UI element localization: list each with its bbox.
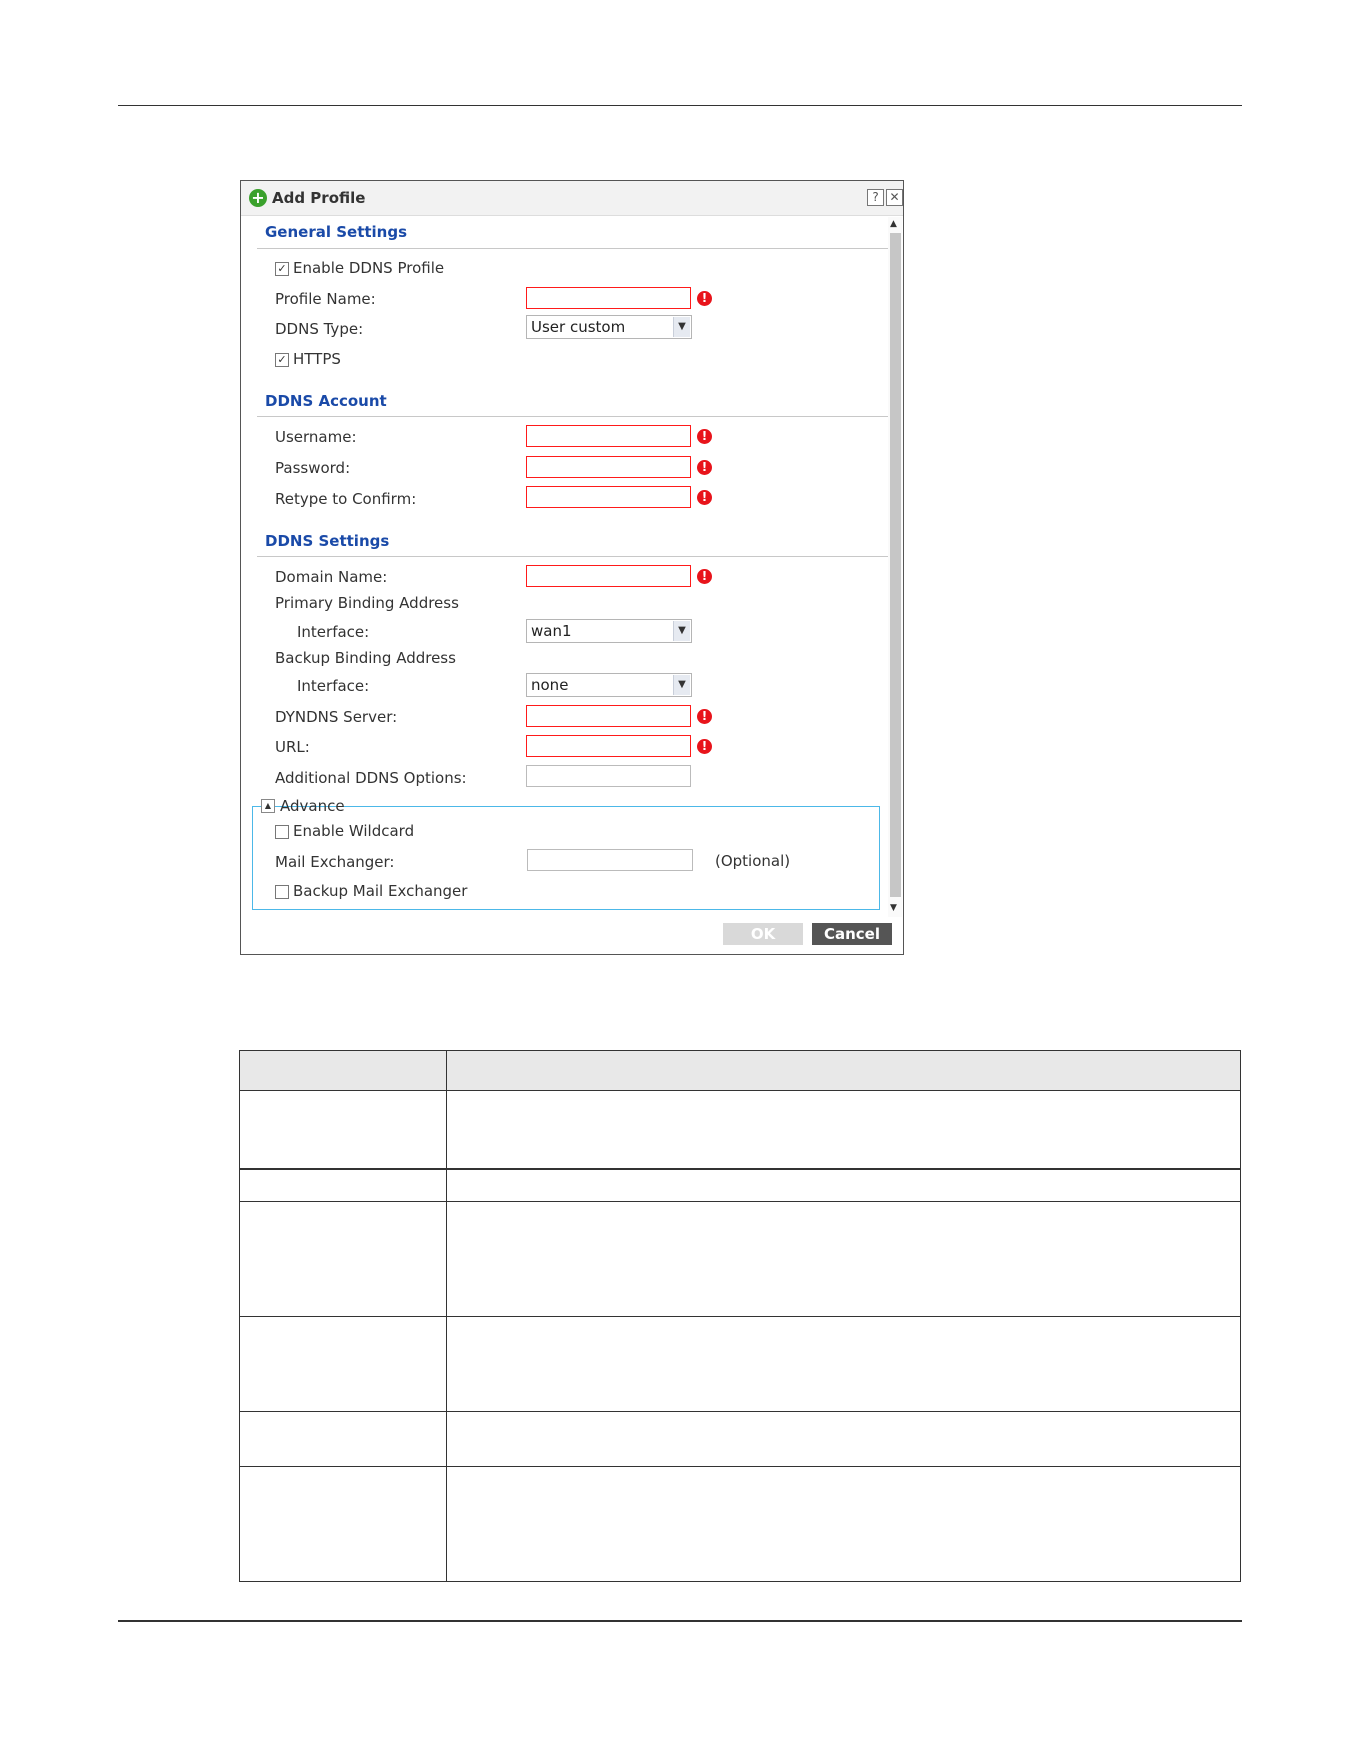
domain-name-input[interactable] (526, 565, 691, 587)
section-title-account: DDNS Account (265, 392, 387, 410)
error-icon: ! (697, 490, 712, 505)
additional-options-label: Additional DDNS Options: (275, 769, 467, 787)
retype-confirm-label: Retype to Confirm: (275, 490, 417, 508)
retype-confirm-input[interactable] (526, 486, 691, 508)
table-row-divider (240, 1201, 1240, 1202)
chevron-down-icon: ▼ (673, 675, 690, 695)
error-icon: ! (697, 291, 712, 306)
password-label: Password: (275, 459, 351, 477)
primary-interface-value: wan1 (531, 622, 572, 640)
scroll-down-icon[interactable]: ▼ (890, 903, 897, 913)
advance-label: Advance (280, 797, 345, 815)
section-divider (257, 556, 891, 557)
username-label: Username: (275, 428, 357, 446)
ddns-type-label: DDNS Type: (275, 320, 364, 338)
dyndns-server-label: DYNDNS Server: (275, 708, 398, 726)
username-input[interactable] (526, 425, 691, 447)
table-row-divider (240, 1090, 1240, 1091)
table-row-divider (240, 1168, 1240, 1170)
error-icon: ! (697, 429, 712, 444)
backup-mail-exchanger-checkbox[interactable] (275, 885, 289, 899)
backup-interface-select[interactable]: none ▼ (526, 673, 692, 697)
primary-binding-label: Primary Binding Address (275, 594, 459, 612)
url-label: URL: (275, 738, 310, 756)
vertical-scrollbar[interactable]: ▲ ▼ (888, 217, 902, 917)
error-icon: ! (697, 460, 712, 475)
table-row-divider (240, 1316, 1240, 1317)
url-input[interactable] (526, 735, 691, 757)
enable-wildcard-label: Enable Wildcard (293, 822, 415, 840)
error-icon: ! (697, 739, 712, 754)
table-header (240, 1051, 1240, 1090)
additional-options-input[interactable] (526, 765, 691, 787)
dyndns-server-input[interactable] (526, 705, 691, 727)
domain-name-label: Domain Name: (275, 568, 388, 586)
footer-rule (118, 1620, 1242, 1622)
password-input[interactable] (526, 456, 691, 478)
section-title-general: General Settings (265, 223, 408, 241)
close-icon[interactable]: ✕ (886, 189, 903, 206)
mail-exchanger-label: Mail Exchanger: (275, 853, 395, 871)
section-divider (257, 416, 891, 417)
dialog-title: Add Profile (272, 189, 366, 207)
backup-interface-label: Interface: (297, 677, 370, 695)
error-icon: ! (697, 569, 712, 584)
optional-hint: (Optional) (715, 852, 791, 870)
ddns-type-select[interactable]: User custom ▼ (526, 315, 692, 339)
cancel-button[interactable]: Cancel (812, 923, 892, 945)
plus-circle-icon: + (249, 189, 267, 207)
advance-fieldset: ▲ Advance Enable Wildcard Mail Exchanger… (252, 797, 880, 910)
backup-interface-value: none (531, 676, 569, 694)
table-row-divider (240, 1466, 1240, 1467)
enable-wildcard-checkbox[interactable] (275, 825, 289, 839)
dialog-titlebar: + Add Profile ? ✕ (241, 181, 903, 216)
backup-binding-label: Backup Binding Address (275, 649, 456, 667)
advance-legend: ▲ Advance (261, 797, 345, 815)
scroll-thumb[interactable] (890, 233, 901, 897)
section-divider (257, 248, 891, 249)
chevron-down-icon: ▼ (673, 317, 690, 337)
add-profile-dialog: + Add Profile ? ✕ General Settings ✓ Ena… (240, 180, 904, 955)
primary-interface-select[interactable]: wan1 ▼ (526, 619, 692, 643)
description-table (239, 1050, 1241, 1582)
help-icon[interactable]: ? (867, 189, 884, 206)
collapse-toggle-icon[interactable]: ▲ (261, 799, 275, 813)
ok-button[interactable]: OK (723, 923, 803, 945)
enable-ddns-profile-label: Enable DDNS Profile (293, 259, 445, 277)
profile-name-input[interactable] (526, 287, 691, 309)
primary-interface-label: Interface: (297, 623, 370, 641)
table-row-divider (240, 1411, 1240, 1412)
https-label: HTTPS (293, 350, 341, 368)
enable-ddns-profile-checkbox[interactable]: ✓ (275, 262, 289, 276)
section-title-settings: DDNS Settings (265, 532, 390, 550)
profile-name-label: Profile Name: (275, 290, 376, 308)
https-checkbox[interactable]: ✓ (275, 353, 289, 367)
scroll-up-icon[interactable]: ▲ (890, 219, 897, 229)
chevron-down-icon: ▼ (673, 621, 690, 641)
ddns-type-value: User custom (531, 318, 626, 336)
mail-exchanger-input[interactable] (527, 849, 693, 871)
error-icon: ! (697, 709, 712, 724)
backup-mail-exchanger-label: Backup Mail Exchanger (293, 882, 468, 900)
header-rule (118, 105, 1242, 106)
